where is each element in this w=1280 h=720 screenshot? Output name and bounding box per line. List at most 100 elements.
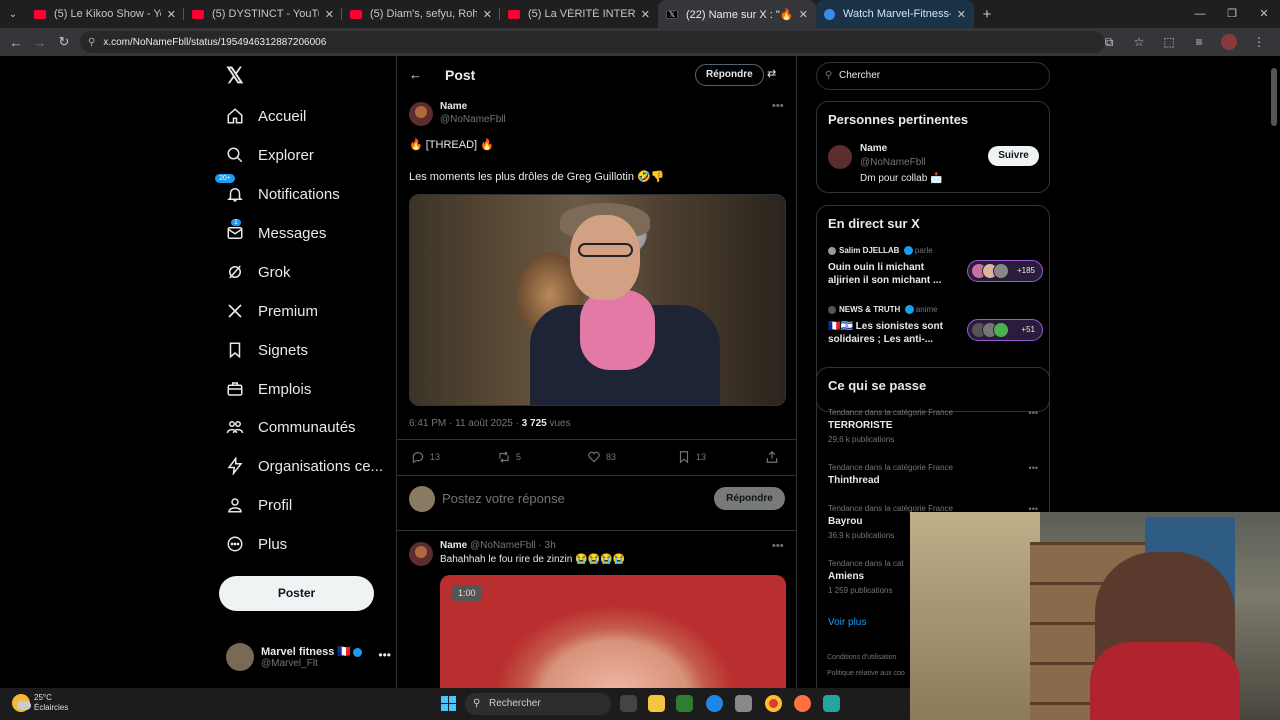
nav-item-bookmarks[interactable]: Signets	[226, 337, 308, 363]
host-status: anime	[913, 305, 938, 314]
url-field[interactable]: ⚲ x.com/NoNameFbll/status/19549463128872…	[80, 31, 1105, 53]
divider	[397, 439, 797, 440]
install-app-icon[interactable]: ⧉	[1094, 35, 1124, 50]
post-button[interactable]: Poster	[219, 576, 374, 611]
nav-item-more[interactable]: Plus	[226, 531, 287, 557]
tab-search-chevron-icon[interactable]: ⌄	[0, 0, 26, 28]
reply-header-button[interactable]: Répondre	[695, 64, 764, 86]
nav-label: Explorer	[258, 146, 314, 164]
reply-author[interactable]: Name @NoNameFbll · 3h	[440, 540, 556, 551]
more-dots-icon[interactable]: •••	[1029, 408, 1038, 418]
trend-item[interactable]: Tendance dans la catégorie France TERROR…	[828, 408, 1038, 444]
timestamp-text[interactable]: 6:41 PM · 11 août 2025 ·	[409, 418, 522, 429]
person-name[interactable]: Name	[860, 143, 887, 154]
nav-item-home[interactable]: Accueil	[226, 103, 306, 129]
tab-close-icon[interactable]: ✕	[799, 8, 808, 21]
reply-submit-button[interactable]: Répondre	[714, 487, 785, 510]
chrome-icon[interactable]	[765, 695, 782, 712]
nav-item-grok[interactable]: Grok	[226, 259, 291, 285]
more-dots-icon[interactable]: •••	[772, 100, 784, 112]
see-more-link[interactable]: Voir plus	[828, 617, 866, 628]
more-dots-icon[interactable]: •••	[1029, 463, 1038, 473]
nav-item-jobs[interactable]: Emplois	[226, 376, 311, 402]
x-logo-icon[interactable]: 𝕏	[226, 65, 246, 87]
windows-start-icon[interactable]	[441, 696, 456, 711]
weather-widget[interactable]: 25°C Éclaircies	[12, 693, 68, 713]
nav-item-organizations[interactable]: Organisations ce...	[226, 453, 383, 479]
live-space-item[interactable]: NEWS & TRUTH anime 🇫🇷🇮🇱 Les sionistes so…	[828, 305, 1043, 346]
nav-item-messages[interactable]: 1 Messages	[226, 218, 326, 246]
nav-item-explore[interactable]: Explorer	[226, 142, 314, 168]
browser-tab[interactable]: (5) La VÉRITÉ INTERDITE sur DO ✕	[500, 0, 658, 28]
minimize-icon[interactable]: —	[1184, 0, 1216, 28]
browser-tab[interactable]: (5) DYSTINCT - YouTube ✕	[184, 0, 342, 28]
reply-input[interactable]: Postez votre réponse	[442, 491, 565, 506]
avatar[interactable]	[828, 145, 852, 169]
live-space-item[interactable]: Salim DJELLAB parle Ouin ouin li michant…	[828, 246, 1043, 287]
nav-item-premium[interactable]: Premium	[226, 298, 318, 324]
restore-icon[interactable]: ❐	[1216, 0, 1248, 28]
person-handle[interactable]: @NoNameFbll	[860, 157, 926, 168]
back-arrow-icon[interactable]: ←	[409, 67, 422, 82]
browser-tab[interactable]: (5) Le Kikoo Show - YouTube ✕	[26, 0, 184, 28]
reply-action[interactable]: 13	[411, 450, 440, 464]
site-info-icon[interactable]: ⚲	[88, 37, 95, 48]
profile-avatar-icon[interactable]	[1221, 34, 1237, 50]
cookie-policy-link[interactable]: Politique relative aux coo	[827, 670, 905, 677]
share-action[interactable]	[765, 450, 784, 464]
repost-action[interactable]: 5	[497, 450, 521, 464]
terms-link[interactable]: Conditions d'utilisation	[827, 654, 896, 661]
nav-item-notifications[interactable]: 20+ Notifications	[214, 173, 340, 207]
extensions-icon[interactable]: ⬚	[1154, 35, 1184, 49]
nvidia-icon[interactable]	[676, 695, 693, 712]
author-name[interactable]: Name	[440, 101, 467, 112]
app-icon[interactable]	[823, 695, 840, 712]
trend-item[interactable]: Tendance dans la catégorie France Thinth…	[828, 463, 1038, 486]
tab-close-icon[interactable]: ✕	[957, 8, 966, 21]
filter-settings-icon[interactable]: ⇄	[767, 67, 776, 80]
reply-video[interactable]: 1:00	[440, 575, 786, 688]
bookmark-star-icon[interactable]: ☆	[1124, 35, 1154, 49]
listeners-pill[interactable]: +51	[967, 319, 1043, 341]
tab-title: (5) Diam's, sefyu, Rohff, quand	[370, 8, 477, 20]
firefox-icon[interactable]	[794, 695, 811, 712]
forward-arrow-icon[interactable]: →	[28, 35, 52, 50]
close-window-icon[interactable]: ✕	[1248, 0, 1280, 28]
post-image[interactable]	[409, 194, 786, 406]
new-tab-plus-icon[interactable]: +	[974, 6, 1000, 23]
nav-item-communities[interactable]: Communautés	[226, 414, 356, 440]
more-dots-icon[interactable]: •••	[772, 540, 784, 552]
taskbar-search[interactable]: ⚲ Rechercher	[465, 693, 611, 715]
tab-title: (5) DYSTINCT - YouTube	[212, 8, 319, 20]
nav-item-profile[interactable]: Profil	[226, 492, 292, 518]
more-dots-icon[interactable]: •••	[378, 648, 391, 662]
browser-menu-icon[interactable]: ⋮	[1244, 35, 1274, 49]
file-explorer-icon[interactable]	[648, 695, 665, 712]
store-icon[interactable]	[735, 695, 752, 712]
reading-list-icon[interactable]: ≡	[1184, 35, 1214, 49]
back-arrow-icon[interactable]: ←	[4, 35, 28, 50]
card-title: Personnes pertinentes	[828, 112, 969, 127]
browser-tab[interactable]: (5) Diam's, sefyu, Rohff, quand ✕	[342, 0, 500, 28]
avatar[interactable]	[409, 542, 433, 566]
reload-icon[interactable]: ↻	[52, 34, 76, 50]
tab-close-icon[interactable]: ✕	[325, 8, 334, 21]
tab-close-icon[interactable]: ✕	[167, 8, 176, 21]
tab-close-icon[interactable]: ✕	[641, 8, 650, 21]
follow-button[interactable]: Suivre	[988, 146, 1039, 166]
scrollbar-thumb[interactable]	[1271, 68, 1277, 126]
listeners-pill[interactable]: +185	[967, 260, 1043, 282]
bookmark-action[interactable]: 13	[677, 450, 706, 464]
views-count: 3 725	[521, 418, 547, 429]
account-switcher[interactable]: Marvel fitness 🇫🇷 @Marvel_Flt •••	[226, 642, 391, 672]
like-action[interactable]: 83	[587, 450, 616, 464]
browser-tab-active[interactable]: 𝕏 (22) Name sur X : "🔥 [THREAD ✕	[658, 0, 816, 28]
edge-icon[interactable]	[706, 695, 723, 712]
author-handle[interactable]: @NoNameFbll	[440, 114, 506, 125]
browser-tab[interactable]: Watch Marvel-Fitness-Que-Pas ✕	[816, 0, 974, 28]
search-input[interactable]: ⚲ Chercher	[816, 62, 1050, 90]
tab-close-icon[interactable]: ✕	[483, 8, 492, 21]
avatar[interactable]	[409, 102, 433, 126]
reply-handle-time: @NoNameFbll · 3h	[467, 540, 556, 551]
task-view-icon[interactable]	[620, 695, 637, 712]
